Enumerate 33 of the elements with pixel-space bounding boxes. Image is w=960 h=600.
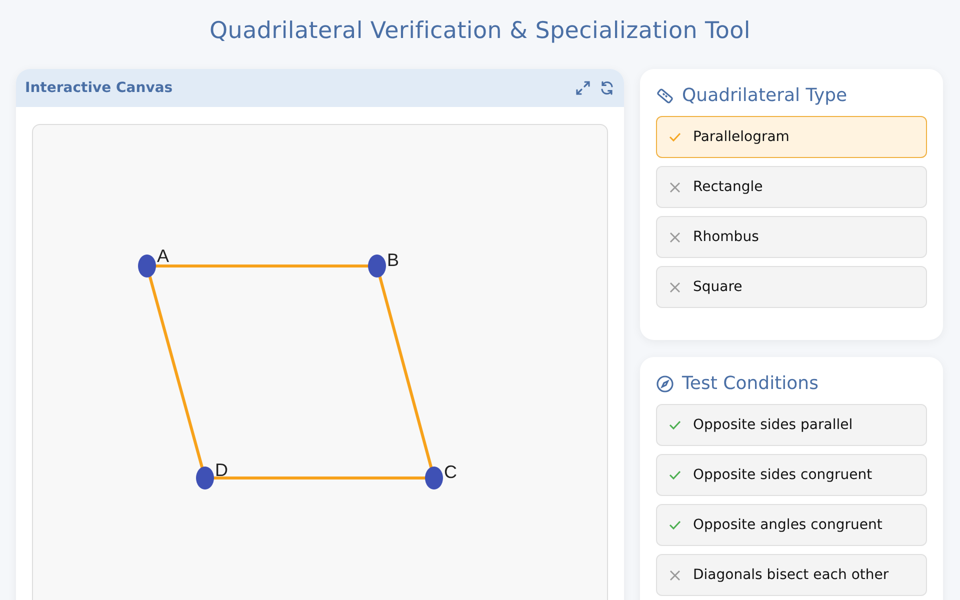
vertex-label: B [387, 250, 400, 270]
row-label: Square [693, 279, 742, 295]
check-icon [669, 132, 681, 142]
ruler-icon [656, 86, 674, 104]
check-icon [669, 520, 681, 530]
vertex-label: D [215, 460, 228, 480]
card-title: Test Conditions [682, 373, 818, 394]
row-label: Opposite sides congruent [693, 467, 872, 483]
vertex-label: A [157, 246, 170, 266]
cross-icon [669, 232, 681, 242]
compass-icon [656, 374, 674, 392]
row-label: Diagonals bisect each other [693, 567, 889, 583]
row-label: Parallelogram [693, 129, 790, 145]
expand-icon[interactable] [575, 80, 591, 96]
drawing-canvas[interactable]: A B D C [32, 124, 608, 600]
row-label: Rhombus [693, 229, 759, 245]
card-title: Quadrilateral Type [682, 85, 848, 106]
cross-icon [669, 570, 681, 580]
vertex-handle[interactable] [368, 254, 386, 278]
vertex-handle[interactable] [138, 254, 156, 278]
page-title: Quadrilateral Verification & Specialization Tool [208, 17, 752, 46]
vertex-handle[interactable] [196, 466, 214, 490]
row-label: Rectangle [693, 179, 763, 195]
vertex-label: C [444, 462, 457, 482]
cross-icon [669, 182, 681, 192]
row-label: Opposite angles congruent [693, 517, 882, 533]
row-label: Opposite sides parallel [693, 417, 853, 433]
vertex-handle[interactable] [425, 466, 443, 490]
panel-title: Interactive Canvas [25, 80, 173, 96]
check-icon [669, 420, 681, 430]
check-icon [669, 470, 681, 480]
cross-icon [669, 282, 681, 292]
refresh-icon[interactable] [599, 80, 615, 96]
